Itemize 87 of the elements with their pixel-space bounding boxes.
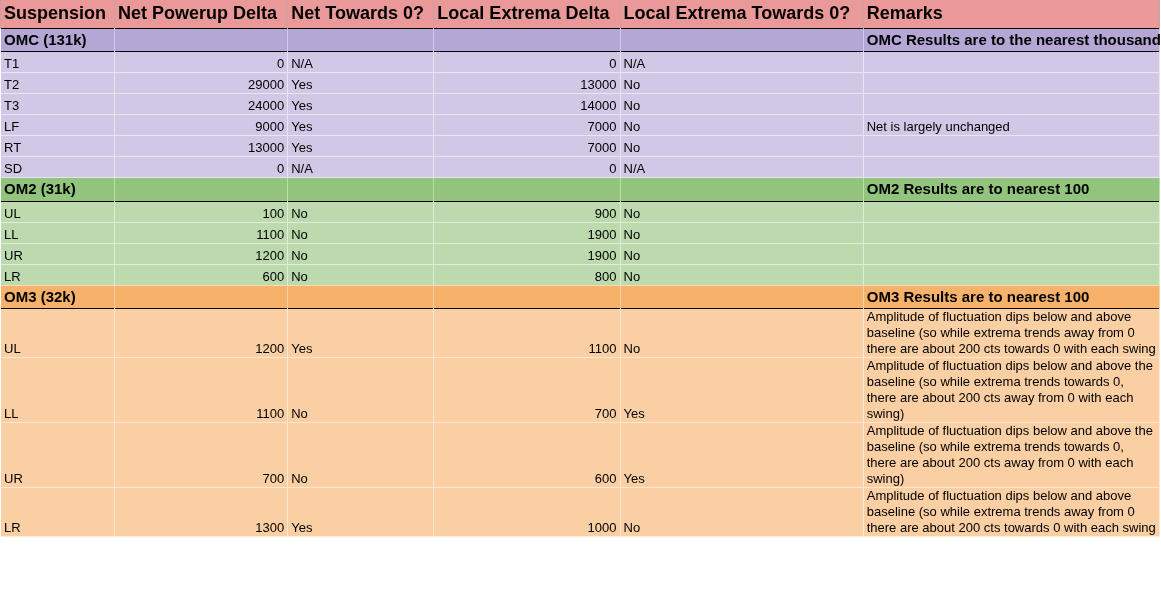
table-cell: LL — [0, 357, 115, 423]
table-cell: 13000 — [114, 135, 288, 157]
table-cell: N/A — [287, 156, 434, 178]
table-cell: No — [620, 308, 864, 358]
table-cell: 1300 — [114, 487, 288, 537]
table-cell: No — [287, 243, 434, 264]
table-cell: 9000 — [114, 114, 288, 136]
table-cell: Yes — [287, 72, 434, 94]
table-cell: No — [620, 201, 864, 222]
table-cell: 14000 — [433, 93, 620, 115]
table-cell: SD — [0, 156, 115, 178]
table-cell: UL — [0, 308, 115, 358]
table-cell: UL — [0, 201, 115, 222]
table-cell: Amplitude of fluctuation dips below and above the baseline (so while extrema trends towards 0, there are about 200 cts away from 0 with each swing) — [863, 422, 1160, 488]
table-cell: 100 — [114, 201, 288, 222]
table-cell: 800 — [433, 264, 620, 285]
table-cell: 1900 — [433, 222, 620, 243]
table-cell: No — [287, 264, 434, 285]
table-cell: No — [620, 135, 864, 157]
table-cell: N/A — [620, 51, 864, 73]
table-cell: 13000 — [433, 72, 620, 94]
table-cell: 1200 — [114, 243, 288, 264]
column-header: Remarks — [863, 0, 1160, 28]
table-cell: 0 — [114, 51, 288, 73]
table-cell: LL — [0, 222, 115, 243]
group-label: OM2 (31k) — [0, 177, 115, 201]
table-cell: Yes — [287, 114, 434, 136]
table-cell: 24000 — [114, 93, 288, 115]
table-cell: UR — [0, 422, 115, 488]
table-cell: Net is largely unchanged — [863, 114, 1160, 136]
table-cell: Yes — [287, 135, 434, 157]
table-cell: Yes — [620, 357, 864, 423]
table-cell: 0 — [433, 156, 620, 178]
table-cell: 1100 — [114, 222, 288, 243]
table-cell: 700 — [114, 422, 288, 488]
table-cell: Amplitude of fluctuation dips below and above baseline (so while extrema trends away from 0 there are about 200 cts towards 0 with each swing — [863, 308, 1160, 358]
column-header: Local Extrema Towards 0? — [620, 0, 864, 28]
table-cell: Yes — [287, 308, 434, 358]
table-cell: Amplitude of fluctuation dips below and above baseline (so while extrema trends away from 0 there are about 200 cts towards 0 with each swing — [863, 487, 1160, 537]
table-cell: No — [287, 422, 434, 488]
table-cell: 7000 — [433, 135, 620, 157]
column-header: Suspension — [0, 0, 115, 28]
table-cell: No — [287, 357, 434, 423]
table-cell: LR — [0, 487, 115, 537]
table-cell: 0 — [114, 156, 288, 178]
table-cell: No — [620, 93, 864, 115]
column-header: Local Extrema Delta — [433, 0, 620, 28]
table-cell: 29000 — [114, 72, 288, 94]
table-cell: Amplitude of fluctuation dips below and above the baseline (so while extrema trends towards 0, there are about 200 cts away from 0 with each swing) — [863, 357, 1160, 423]
group-remark: OM3 Results are to nearest 100 — [863, 285, 1160, 309]
table-cell: LR — [0, 264, 115, 285]
table-cell: No — [287, 222, 434, 243]
table-cell: 900 — [433, 201, 620, 222]
table-cell: LF — [0, 114, 115, 136]
table-cell: T2 — [0, 72, 115, 94]
group-remark: OMC Results are to the nearest thousand — [863, 28, 1160, 52]
table-cell: T1 — [0, 51, 115, 73]
table-cell: No — [620, 222, 864, 243]
table-cell: Yes — [287, 487, 434, 537]
table-cell: 1000 — [433, 487, 620, 537]
table-cell: No — [620, 114, 864, 136]
table-cell: RT — [0, 135, 115, 157]
table-cell: Yes — [287, 93, 434, 115]
group-label: OM3 (32k) — [0, 285, 115, 309]
table-cell: No — [620, 487, 864, 537]
table-cell: 1900 — [433, 243, 620, 264]
group-remark: OM2 Results are to nearest 100 — [863, 177, 1160, 201]
table-cell: 7000 — [433, 114, 620, 136]
table-cell: 600 — [433, 422, 620, 488]
table-cell: No — [620, 243, 864, 264]
table-cell: 1100 — [433, 308, 620, 358]
column-header: Net Towards 0? — [287, 0, 434, 28]
table-cell: 700 — [433, 357, 620, 423]
table-cell: No — [620, 72, 864, 94]
table-cell: 600 — [114, 264, 288, 285]
table-cell: N/A — [620, 156, 864, 178]
table-cell: UR — [0, 243, 115, 264]
table-cell: 1200 — [114, 308, 288, 358]
table-cell: T3 — [0, 93, 115, 115]
table-cell: 0 — [433, 51, 620, 73]
table-cell: Yes — [620, 422, 864, 488]
table-cell: No — [620, 264, 864, 285]
table-cell: N/A — [287, 51, 434, 73]
group-label: OMC (131k) — [0, 28, 115, 52]
table-cell: No — [287, 201, 434, 222]
table-cell: 1100 — [114, 357, 288, 423]
column-header: Net Powerup Delta — [114, 0, 288, 28]
